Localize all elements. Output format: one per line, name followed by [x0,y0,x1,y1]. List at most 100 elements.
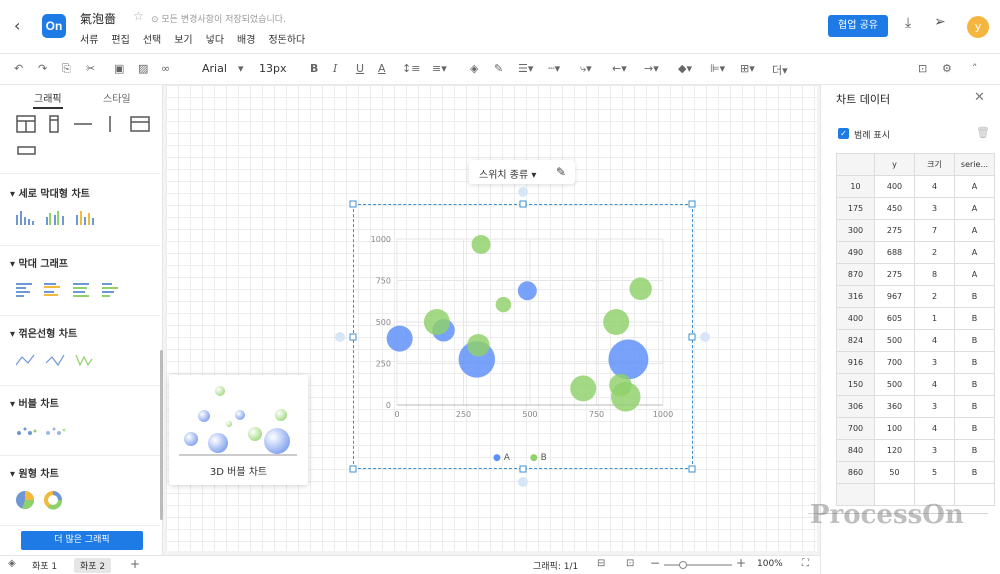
column-chart-thumbnails[interactable] [14,209,124,229]
layer-icon[interactable]: ◆▾ [678,62,692,75]
font-color-icon[interactable]: A [378,62,386,75]
table-cell[interactable]: 4 [914,175,955,198]
layers-icon[interactable]: ◈ [8,558,16,569]
table-cell[interactable]: 120 [874,439,915,462]
row-shape-icon[interactable] [130,116,150,132]
table-cell[interactable]: 824 [836,329,875,352]
menu-item[interactable]: 선택 [143,31,161,46]
menu-item[interactable]: 정돈하다 [268,31,305,46]
page-tab[interactable]: 화포 1 [26,558,63,573]
table-cell[interactable]: 3 [914,351,955,374]
underline-icon[interactable]: U [356,62,364,75]
format-painter-icon[interactable]: ⎘ [62,62,71,76]
rotate-handle[interactable] [518,187,528,197]
section-pie-chart[interactable]: ▾ 원형 차트 [10,465,59,480]
canvas[interactable]: 3D 버블 차트 스위치 종류 ▾ ✎ 0 250 500 750 1000 0 250 50… [163,85,820,555]
pie-chart-thumbnails[interactable] [15,490,75,512]
zoom-slider[interactable] [664,564,732,566]
download-icon[interactable]: ⤓ [905,15,911,31]
tab-style[interactable]: 스타일 [103,90,131,105]
table-cell[interactable]: 3 [914,197,955,220]
bubble-chart-thumbnails[interactable] [16,421,126,441]
bold-icon[interactable]: B [310,62,318,75]
zoom-in-icon[interactable]: + [736,556,746,570]
line-style-icon[interactable]: ┄▾ [548,62,560,75]
zoom-level[interactable]: 100% [757,559,783,569]
italic-icon[interactable]: I [333,62,337,75]
table-shape-icon[interactable] [16,115,36,133]
menu-item[interactable]: 서류 [80,31,98,46]
table-cell[interactable]: 4 [914,329,955,352]
connect-point[interactable] [700,332,710,342]
table-grid-icon[interactable]: ⊞▾ [740,62,755,75]
table-row[interactable]: 824 500 4 B [836,329,995,352]
table-cell[interactable]: A [954,197,995,220]
table-cell[interactable]: 450 [874,197,915,220]
line-spacing-icon[interactable]: ↕≡ [402,62,420,75]
table-cell[interactable]: A [954,219,995,242]
table-cell[interactable]: B [954,461,995,484]
table-cell[interactable]: 275 [874,263,915,286]
share-button[interactable]: 협업 공유 [828,15,888,37]
menu-item[interactable]: 배경 [237,31,255,46]
add-page-icon[interactable]: + [130,557,140,571]
bar-chart-thumbnails[interactable] [16,281,126,301]
arrow-start-icon[interactable]: ←▾ [612,62,627,75]
table-cell[interactable]: 275 [874,219,915,242]
table-cell[interactable]: 605 [874,307,915,330]
table-cell[interactable]: 400 [836,307,875,330]
table-cell[interactable]: 400 [874,175,915,198]
arrow-end-icon[interactable]: →▾ [644,62,659,75]
style-panel-icon[interactable]: ⊡ [918,62,927,75]
table-cell[interactable]: 306 [836,395,875,418]
connector-icon[interactable]: ⤷▾ [580,62,592,76]
section-bubble-chart[interactable]: ▾ 버블 차트 [10,395,59,410]
table-cell[interactable]: B [954,329,995,352]
table-cell[interactable]: 316 [836,285,875,308]
table-row[interactable]: 840 120 3 B [836,439,995,462]
menu-item[interactable]: 넣다 [206,31,224,46]
table-cell[interactable]: 1 [914,307,955,330]
table-row[interactable]: 306 360 3 B [836,395,995,418]
connect-point[interactable] [518,477,528,487]
fit-icon[interactable]: ⊡ [626,558,634,569]
menu-item[interactable]: 보기 [174,31,192,46]
table-cell[interactable]: B [954,439,995,462]
table-row[interactable]: 150 500 4 B [836,373,995,396]
table-cell[interactable]: 967 [874,285,915,308]
table-cell[interactable]: 500 [874,329,915,352]
chevron-down-icon[interactable]: ▾ [238,62,244,75]
font-size-select[interactable]: 13px [259,62,287,75]
table-cell[interactable]: 2 [914,285,955,308]
table-row[interactable]: 10 400 4 A [836,175,995,198]
table-cell[interactable]: 500 [874,373,915,396]
table-cell[interactable]: 490 [836,241,875,264]
edit-icon[interactable]: ✎ [549,161,573,183]
table-cell[interactable]: 700 [836,417,875,440]
fill-color-icon[interactable]: ◈ [470,62,478,75]
resize-handle[interactable] [349,465,357,473]
table-row[interactable]: 300 275 7 A [836,219,995,242]
line-color-icon[interactable]: ✎ [494,62,503,75]
star-icon[interactable]: ☆ [133,9,144,23]
table-cell[interactable]: 688 [874,241,915,264]
more-menu[interactable]: 더▾ [772,62,788,78]
table-cell[interactable]: 7 [914,219,955,242]
insert-image-icon[interactable]: ▨ [138,62,148,75]
page-tab-active[interactable]: 화포 2 [74,558,112,573]
table-cell[interactable]: A [954,175,995,198]
tab-graphics[interactable]: 그래픽 [34,90,62,105]
document-title[interactable]: 氣泡嗇 [80,10,116,27]
table-cell[interactable]: 870 [836,263,875,286]
table-row[interactable]: 490 688 2 A [836,241,995,264]
table-cell[interactable]: 175 [836,197,875,220]
send-icon[interactable]: ➢ [934,14,946,30]
show-legend-checkbox[interactable]: ✓ [838,128,849,139]
section-line-chart[interactable]: ▾ 꺾은선형 차트 [10,325,77,340]
table-cell[interactable]: 100 [874,417,915,440]
data-table[interactable]: y 크기 serie... 10 400 4 A 175 450 3 A 300 275 7 A 490… [836,153,995,506]
table-cell[interactable]: 300 [836,219,875,242]
close-icon[interactable]: ✕ [974,90,985,105]
avatar[interactable]: y [967,16,989,38]
table-cell[interactable]: B [954,417,995,440]
